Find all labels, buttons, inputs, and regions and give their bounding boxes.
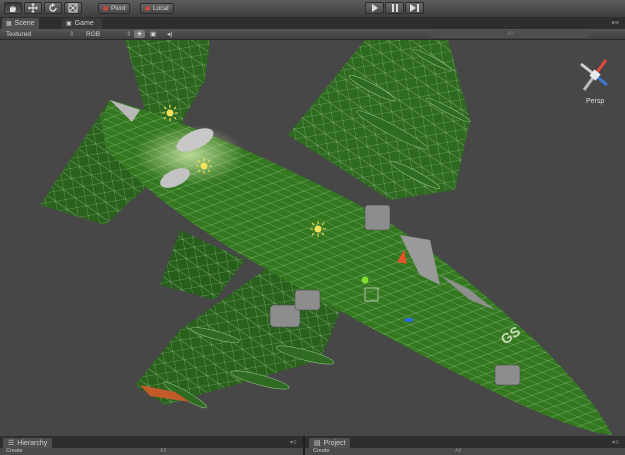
- scene-control-bar: Textured ⇕ RGB ⇕ ☀ ▣ ◂) All: [0, 29, 625, 40]
- chevron-updown-icon: ⇕: [68, 31, 75, 38]
- hierarchy-menu-icon[interactable]: ▾≡: [290, 439, 297, 446]
- project-icon: ▤: [314, 440, 321, 447]
- pause-icon: [391, 4, 398, 12]
- tab-scene-label: Scene: [14, 20, 35, 27]
- scale-icon: [68, 3, 78, 13]
- bottom-panels: ☰ Hierarchy ▾≡ Create All ▤ Project ▾≡ C…: [0, 436, 625, 455]
- panel-divider[interactable]: [303, 436, 305, 455]
- pivot-toggle[interactable]: Pivot: [98, 3, 131, 14]
- main-toolbar: Pivot Local: [0, 0, 625, 18]
- render-mode-value: RGB: [86, 30, 101, 38]
- chevron-updown-icon: ⇕: [126, 31, 132, 38]
- scene-search-placeholder: All: [507, 31, 513, 37]
- hierarchy-create-button[interactable]: Create: [6, 448, 23, 454]
- panel-menu-icon[interactable]: ▾≡: [611, 19, 619, 27]
- render-mode-dropdown[interactable]: RGB ⇕: [86, 30, 132, 39]
- pivot-icon: [103, 6, 108, 11]
- draw-mode-dropdown[interactable]: Textured ⇕: [6, 30, 75, 39]
- hierarchy-label: Hierarchy: [17, 439, 48, 447]
- hierarchy-search-input[interactable]: All: [160, 448, 166, 455]
- image-icon: ▣: [150, 31, 157, 38]
- scene-tab-icon: ▦: [6, 21, 12, 27]
- local-toggle[interactable]: Local: [140, 3, 174, 14]
- rotate-icon: [49, 3, 57, 12]
- rotate-tool-button[interactable]: [44, 2, 62, 14]
- tab-hierarchy[interactable]: ☰ Hierarchy: [3, 438, 53, 448]
- project-menu-icon[interactable]: ▾≡: [612, 439, 619, 446]
- tab-game-label: Game: [74, 20, 94, 27]
- audio-toggle[interactable]: ◂): [167, 30, 172, 38]
- view-tabbar: ▦ Scene ▣ Game ▾≡: [0, 17, 625, 29]
- aircraft-model: GS: [40, 40, 612, 435]
- hierarchy-toolbar: Create All: [0, 448, 303, 455]
- sun-icon: ☀: [136, 31, 143, 38]
- move-arrows-icon: [28, 3, 38, 13]
- step-button[interactable]: [405, 2, 424, 14]
- project-search-input[interactable]: All: [455, 448, 461, 455]
- tab-game[interactable]: ▣ Game: [62, 18, 102, 29]
- scale-tool-button[interactable]: [64, 2, 82, 14]
- pause-button[interactable]: [385, 2, 404, 14]
- hand-tool-button[interactable]: [4, 2, 22, 14]
- draw-mode-value: Textured: [6, 30, 31, 38]
- scene-viewport[interactable]: GS: [0, 40, 625, 436]
- scene-fx-toggle[interactable]: ▣: [150, 30, 156, 38]
- orientation-gizmo[interactable]: [572, 52, 618, 98]
- project-create-button[interactable]: Create: [313, 448, 330, 454]
- local-icon: [145, 6, 150, 11]
- step-icon: [410, 4, 419, 12]
- scene-search-input[interactable]: All: [430, 30, 590, 38]
- play-icon: [371, 4, 378, 12]
- hand-icon: [10, 4, 16, 12]
- project-label: Project: [323, 439, 346, 447]
- projection-label[interactable]: Persp: [586, 98, 604, 105]
- local-label: Local: [153, 5, 169, 12]
- lighting-toggle[interactable]: ☀: [134, 30, 145, 38]
- hierarchy-icon: ☰: [8, 440, 15, 447]
- pivot-label: Pivot: [111, 5, 126, 12]
- move-tool-button[interactable]: [24, 2, 42, 14]
- tab-scene[interactable]: ▦ Scene: [2, 18, 39, 29]
- tab-project[interactable]: ▤ Project: [309, 438, 351, 448]
- speaker-icon: ◂): [167, 31, 173, 38]
- play-button[interactable]: [365, 2, 384, 14]
- game-tab-icon: ▣: [66, 21, 72, 27]
- project-toolbar: Create All: [305, 448, 625, 455]
